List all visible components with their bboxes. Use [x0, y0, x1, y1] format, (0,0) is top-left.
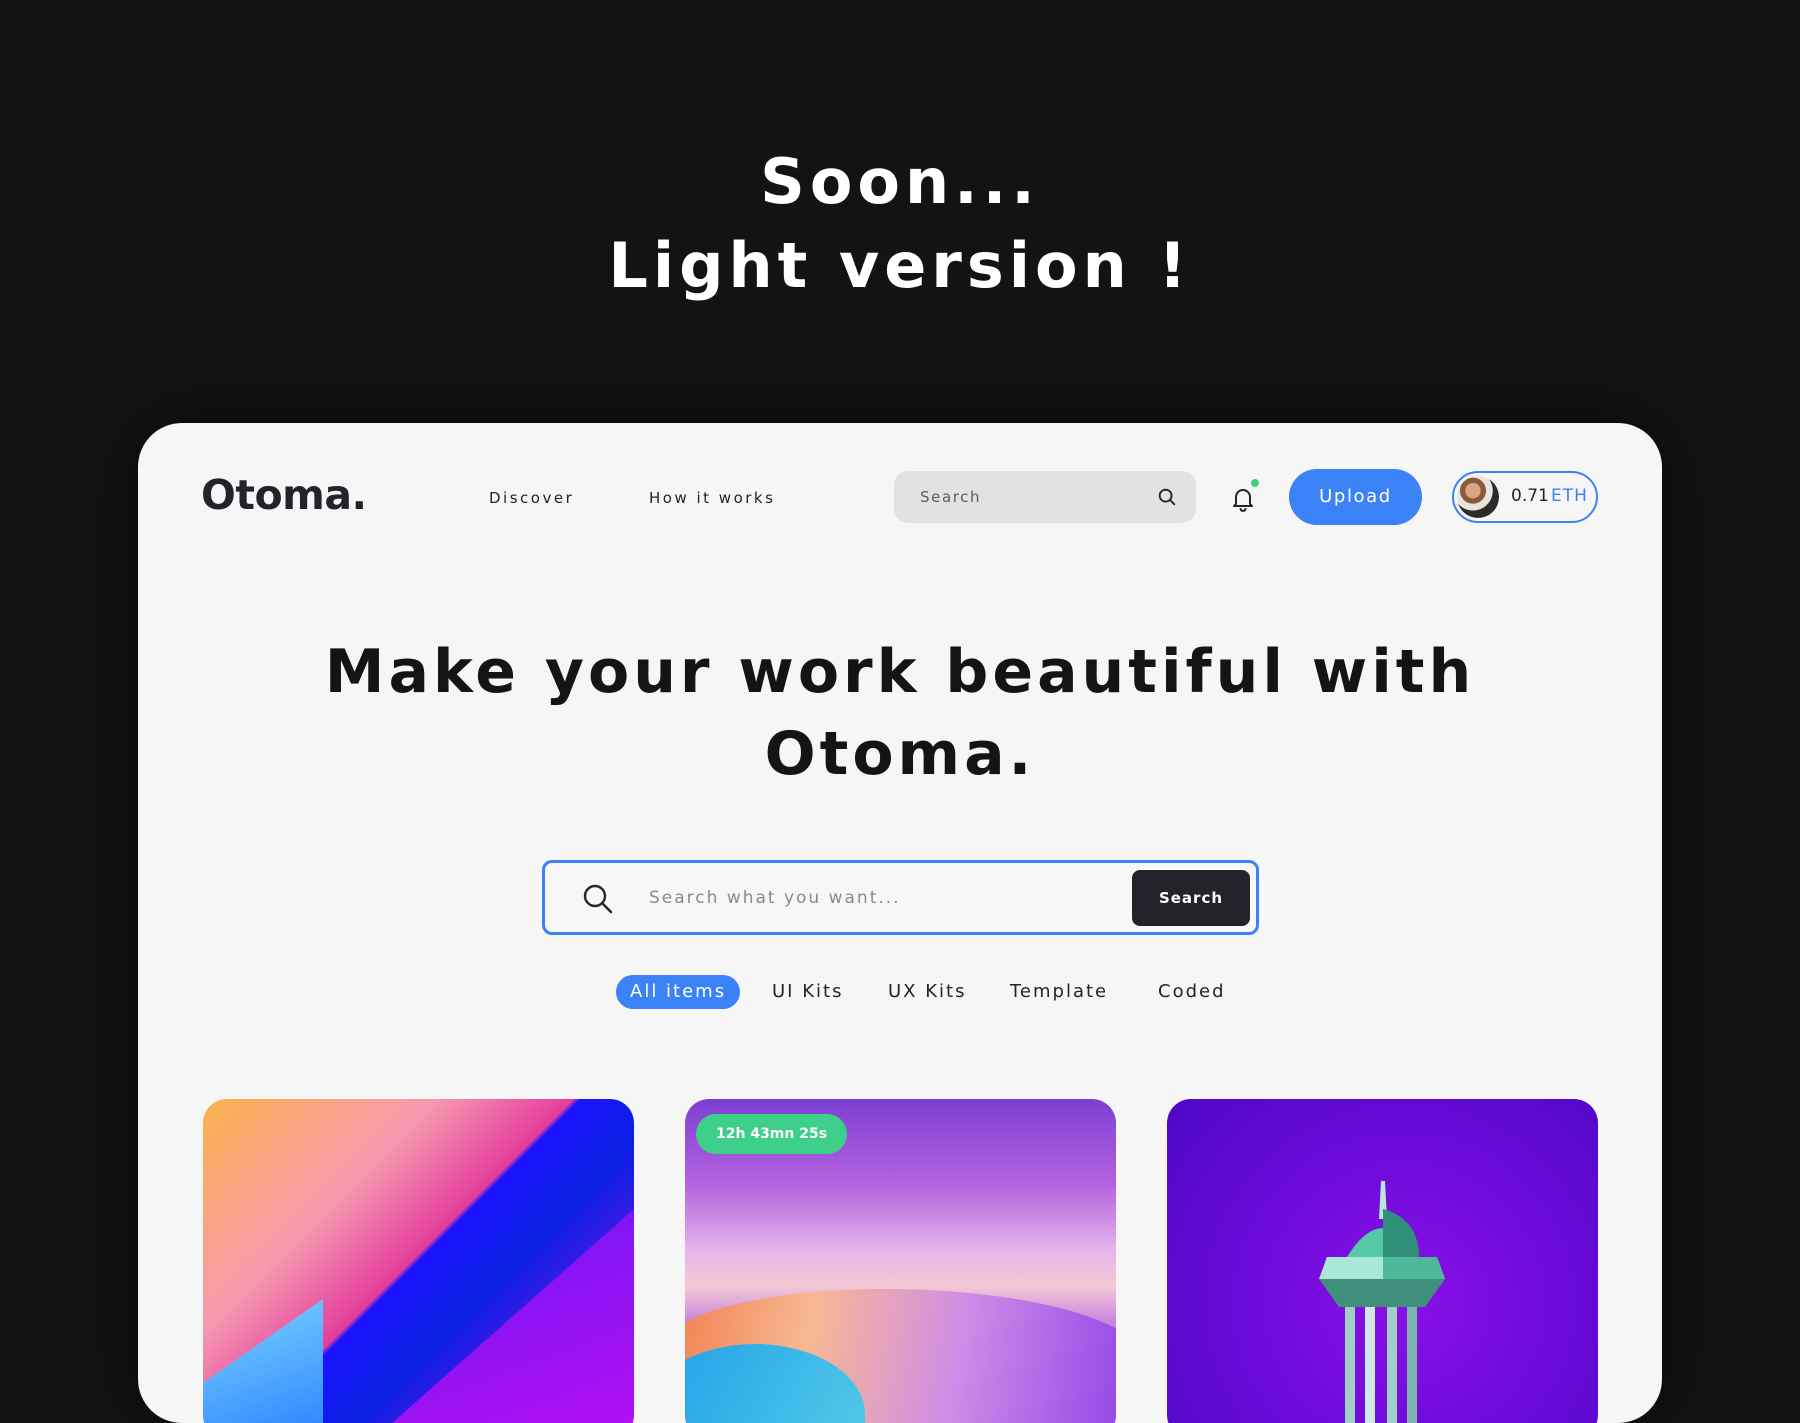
item-card-2[interactable]: 12h 43mn 25s — [685, 1099, 1116, 1423]
hero-search-button[interactable]: Search — [1132, 870, 1250, 926]
promo-line-2: Light version ! — [608, 229, 1192, 302]
filter-template[interactable]: Template — [1010, 975, 1108, 1009]
search-icon[interactable] — [1156, 486, 1178, 508]
logo[interactable]: Otoma. — [201, 471, 367, 519]
hero-title-line-2: Otoma. — [764, 719, 1036, 789]
wallet-amount: 0.71 — [1511, 486, 1549, 506]
card-artwork — [203, 1299, 323, 1423]
filter-ux-kits[interactable]: UX Kits — [888, 975, 966, 1009]
search-icon — [583, 884, 613, 914]
nav-discover[interactable]: Discover — [489, 489, 574, 507]
promo-line-1: Soon... — [760, 145, 1040, 218]
header-search-placeholder: Search — [920, 488, 982, 506]
item-card-3[interactable] — [1167, 1099, 1598, 1423]
promo-heading: Soon... Light version ! — [0, 140, 1800, 308]
app-preview-panel: Otoma. Discover How it works Search Uplo… — [138, 423, 1662, 1423]
card-artwork — [1319, 1181, 1445, 1423]
header-search-input[interactable]: Search — [894, 471, 1196, 523]
countdown-badge: 12h 43mn 25s — [696, 1114, 848, 1154]
wallet-balance[interactable]: 0.71 ETH — [1452, 471, 1598, 523]
card-artwork — [374, 1209, 634, 1423]
hero-title-line-1: Make your work beautiful with — [324, 637, 1476, 707]
filter-ui-kits[interactable]: UI Kits — [772, 975, 843, 1009]
upload-button[interactable]: Upload — [1289, 469, 1422, 525]
hero-search-bar[interactable]: Search what you want... Search — [542, 860, 1259, 935]
filter-coded[interactable]: Coded — [1158, 975, 1226, 1009]
notification-dot — [1251, 479, 1259, 487]
hero-search-input[interactable]: Search what you want... — [649, 888, 901, 908]
wallet-unit: ETH — [1551, 486, 1588, 506]
filter-all-items[interactable]: All items — [616, 975, 741, 1009]
item-card-1[interactable] — [203, 1099, 634, 1423]
bell-icon[interactable] — [1230, 485, 1256, 513]
hero-title: Make your work beautiful with Otoma. — [138, 631, 1662, 795]
avatar[interactable] — [1457, 476, 1499, 518]
nav-how-it-works[interactable]: How it works — [649, 489, 775, 507]
